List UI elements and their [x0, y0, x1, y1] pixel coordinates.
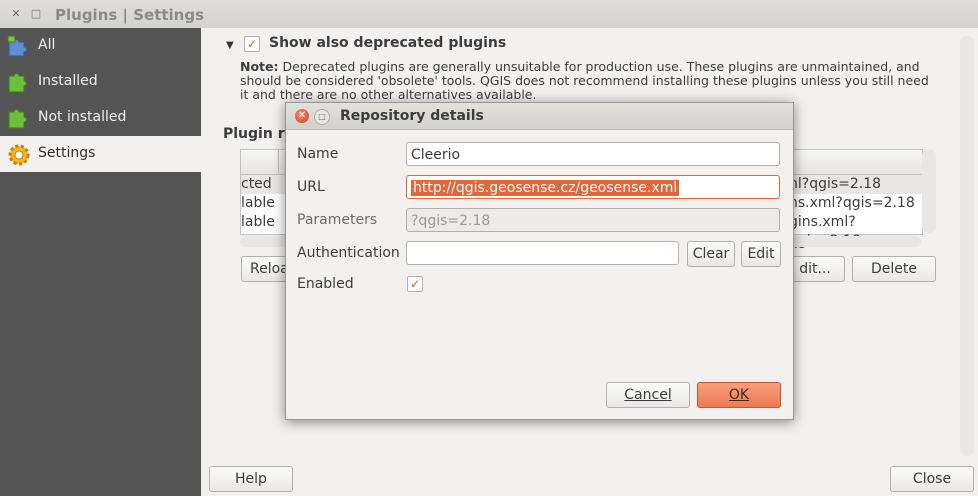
- dialog-titlebar: ✕ □ Repository details: [286, 103, 793, 130]
- gear-icon: [6, 142, 30, 166]
- expand-triangle-icon[interactable]: ▼: [226, 40, 234, 51]
- url-value: http://qgis.geosense.cz/geosense.xml: [411, 180, 680, 196]
- ok-label: OK: [728, 387, 750, 403]
- help-button[interactable]: Help: [209, 466, 293, 492]
- sidebar-item-label: Not installed: [38, 109, 127, 125]
- name-field[interactable]: Cleerio: [406, 142, 780, 166]
- dialog-title: Repository details: [340, 108, 484, 124]
- table-cell: ns.xml?qgis=2.18: [789, 195, 915, 211]
- delete-repository-button[interactable]: Delete: [852, 256, 936, 282]
- show-deprecated-label: Show also deprecated plugins: [269, 35, 507, 51]
- enabled-checkbox[interactable]: ✓: [407, 276, 423, 292]
- parameters-field: ?qgis=2.18: [406, 208, 780, 232]
- window-title: Plugins | Settings: [55, 6, 205, 24]
- note-text: Deprecated plugins are generally unsuita…: [240, 59, 929, 102]
- sidebar: All Installed Not installed Settings: [0, 28, 201, 496]
- parameters-label: Parameters: [297, 212, 378, 228]
- sidebar-item-label: Installed: [38, 73, 98, 89]
- table-vertical-scrollbar[interactable]: [922, 149, 936, 233]
- table-cell: lable: [241, 214, 275, 230]
- deprecated-note: Note: Deprecated plugins are generally u…: [240, 60, 940, 102]
- sidebar-item-settings[interactable]: Settings: [0, 136, 201, 172]
- puzzle-blue-icon: [6, 34, 30, 58]
- cancel-button[interactable]: Cancel: [606, 382, 690, 408]
- table-cell: lable: [241, 195, 275, 211]
- close-button[interactable]: Close: [890, 466, 974, 492]
- repository-details-dialog: ✕ □ Repository details Name Cleerio URL …: [285, 102, 794, 420]
- enabled-label: Enabled: [297, 276, 354, 292]
- authentication-label: Authentication: [297, 245, 400, 261]
- ok-button[interactable]: OK: [697, 382, 781, 408]
- sidebar-item-installed[interactable]: Installed: [0, 64, 201, 100]
- dialog-maximize-icon[interactable]: □: [314, 109, 330, 125]
- window-maximize-icon[interactable]: □: [29, 7, 43, 21]
- puzzle-green-icon: [6, 70, 30, 94]
- name-label: Name: [297, 146, 339, 162]
- note-bold: Note:: [240, 59, 279, 74]
- window-close-icon[interactable]: ✕: [9, 7, 23, 21]
- puzzle-green-icon: [6, 106, 30, 130]
- sidebar-item-label: All: [38, 37, 56, 53]
- main-vertical-scrollbar[interactable]: [960, 36, 974, 456]
- sidebar-item-all[interactable]: All: [0, 28, 201, 64]
- edit-auth-button[interactable]: Edit: [741, 241, 781, 267]
- plugin-repositories-heading: Plugin re: [223, 126, 295, 142]
- table-cell: cted: [241, 176, 272, 192]
- table-cell: nl?qgis=2.18: [789, 176, 882, 192]
- show-deprecated-checkbox[interactable]: ✓: [244, 36, 260, 52]
- url-field[interactable]: http://qgis.geosense.cz/geosense.xml: [406, 175, 780, 199]
- edit-repository-button[interactable]: dit...: [785, 256, 845, 282]
- clear-auth-button[interactable]: Clear: [687, 241, 735, 267]
- sidebar-item-not-installed[interactable]: Not installed: [0, 100, 201, 136]
- url-label: URL: [297, 179, 325, 195]
- sidebar-item-label: Settings: [38, 145, 96, 161]
- dialog-close-icon[interactable]: ✕: [295, 109, 309, 123]
- authentication-field[interactable]: [406, 241, 679, 265]
- cancel-label: Cancel: [624, 387, 672, 403]
- window-titlebar: ✕ □ Plugins | Settings: [0, 0, 978, 28]
